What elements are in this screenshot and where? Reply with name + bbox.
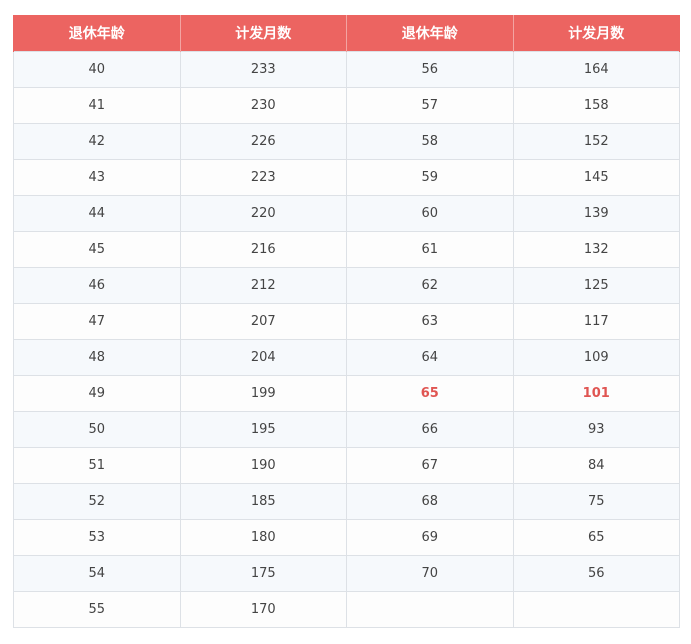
table-row: 47 207 63 117 [13, 303, 680, 340]
cell-months-right: 75 [512, 483, 680, 520]
cell-retire-age-right: 70 [346, 555, 514, 592]
cell-months-right: 145 [512, 159, 680, 196]
table-row: 51 190 67 84 [13, 447, 680, 484]
cell-retire-age-left: 48 [13, 339, 181, 376]
cell-months-left: 199 [179, 375, 347, 412]
cell-retire-age-right: 58 [346, 123, 514, 160]
header-retire-age-left: 退休年龄 [13, 15, 181, 52]
header-months-left: 计发月数 [179, 15, 347, 52]
cell-retire-age-left: 47 [13, 303, 181, 340]
cell-retire-age-right: 61 [346, 231, 514, 268]
cell-months-right: 101 [512, 375, 680, 412]
table-row: 54 175 70 56 [13, 555, 680, 592]
cell-months-right: 139 [512, 195, 680, 232]
cell-retire-age-left: 41 [13, 87, 181, 124]
table-row: 49 199 65 101 [13, 375, 680, 412]
cell-retire-age-left: 45 [13, 231, 181, 268]
cell-retire-age-right: 60 [346, 195, 514, 232]
cell-months-right: 132 [512, 231, 680, 268]
cell-retire-age-right: 63 [346, 303, 514, 340]
cell-retire-age-right: 64 [346, 339, 514, 376]
header-months-right: 计发月数 [512, 15, 680, 52]
cell-retire-age-left: 44 [13, 195, 181, 232]
cell-retire-age-right: 66 [346, 411, 514, 448]
cell-retire-age-left: 53 [13, 519, 181, 556]
table-row: 48 204 64 109 [13, 339, 680, 376]
table-row: 40 233 56 164 [13, 51, 680, 88]
cell-months-right: 164 [512, 51, 680, 88]
cell-months-left: 207 [179, 303, 347, 340]
cell-retire-age-right: 57 [346, 87, 514, 124]
cell-retire-age-right [346, 591, 514, 628]
cell-months-left: 226 [179, 123, 347, 160]
table-body: 40 233 56 164 41 230 57 158 42 226 58 152 43 223 59 145… [13, 51, 680, 628]
header-retire-age-right: 退休年龄 [346, 15, 514, 52]
cell-retire-age-left: 51 [13, 447, 181, 484]
table-row: 45 216 61 132 [13, 231, 680, 268]
cell-retire-age-right: 65 [346, 375, 514, 412]
table-row: 46 212 62 125 [13, 267, 680, 304]
table-header-row: 退休年龄 计发月数 退休年龄 计发月数 [13, 15, 680, 52]
cell-months-right: 125 [512, 267, 680, 304]
cell-retire-age-left: 40 [13, 51, 181, 88]
cell-months-left: 233 [179, 51, 347, 88]
cell-months-right: 152 [512, 123, 680, 160]
cell-months-right: 84 [512, 447, 680, 484]
cell-retire-age-right: 62 [346, 267, 514, 304]
cell-retire-age-left: 52 [13, 483, 181, 520]
cell-months-right: 109 [512, 339, 680, 376]
cell-months-left: 195 [179, 411, 347, 448]
table-row: 41 230 57 158 [13, 87, 680, 124]
table-row: 44 220 60 139 [13, 195, 680, 232]
table-row: 42 226 58 152 [13, 123, 680, 160]
cell-retire-age-right: 56 [346, 51, 514, 88]
cell-months-left: 220 [179, 195, 347, 232]
cell-months-left: 216 [179, 231, 347, 268]
cell-retire-age-left: 46 [13, 267, 181, 304]
cell-months-left: 230 [179, 87, 347, 124]
cell-months-left: 190 [179, 447, 347, 484]
cell-months-left: 175 [179, 555, 347, 592]
cell-retire-age-right: 68 [346, 483, 514, 520]
cell-months-left: 212 [179, 267, 347, 304]
cell-retire-age-right: 67 [346, 447, 514, 484]
cell-months-right: 158 [512, 87, 680, 124]
cell-months-left: 180 [179, 519, 347, 556]
cell-retire-age-left: 49 [13, 375, 181, 412]
table-row: 53 180 69 65 [13, 519, 680, 556]
cell-months-left: 170 [179, 591, 347, 628]
table-row: 50 195 66 93 [13, 411, 680, 448]
cell-retire-age-left: 50 [13, 411, 181, 448]
cell-months-right: 56 [512, 555, 680, 592]
pension-months-table: 退休年龄 计发月数 退休年龄 计发月数 40 233 56 164 41 230 57 158… [13, 15, 680, 628]
cell-months-right: 93 [512, 411, 680, 448]
table-row: 43 223 59 145 [13, 159, 680, 196]
cell-months-left: 204 [179, 339, 347, 376]
cell-retire-age-left: 43 [13, 159, 181, 196]
cell-retire-age-left: 54 [13, 555, 181, 592]
cell-months-right: 117 [512, 303, 680, 340]
cell-retire-age-left: 42 [13, 123, 181, 160]
cell-retire-age-right: 69 [346, 519, 514, 556]
cell-months-left: 223 [179, 159, 347, 196]
cell-retire-age-left: 55 [13, 591, 181, 628]
cell-retire-age-right: 59 [346, 159, 514, 196]
cell-months-right: 65 [512, 519, 680, 556]
cell-months-left: 185 [179, 483, 347, 520]
table-row: 52 185 68 75 [13, 483, 680, 520]
cell-months-right [512, 591, 680, 628]
table-row: 55 170 [13, 591, 680, 628]
pension-months-table-container: 退休年龄 计发月数 退休年龄 计发月数 40 233 56 164 41 230 57 158… [13, 15, 680, 628]
